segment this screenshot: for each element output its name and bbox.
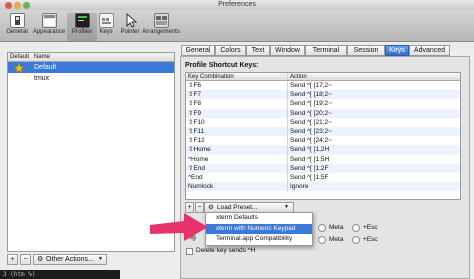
terminal-strip: 3 (htm %) [0,270,120,279]
preferences-window: Preferences General Appearance Profiles … [0,0,474,279]
annotation-arrow-icon [150,213,208,241]
